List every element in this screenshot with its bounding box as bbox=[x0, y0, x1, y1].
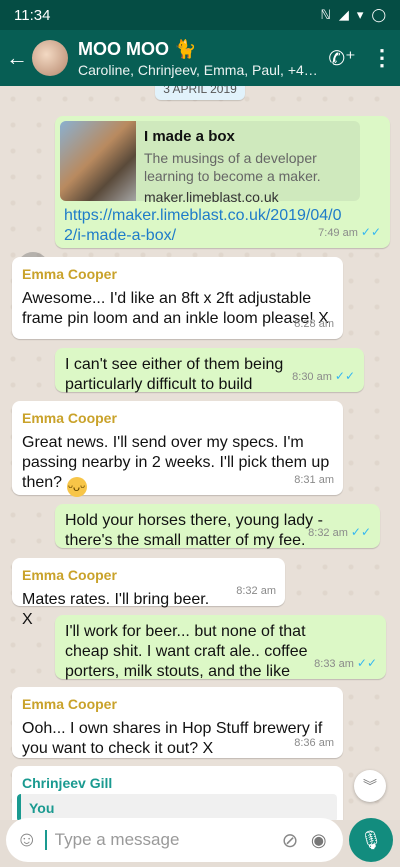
more-options-icon[interactable]: ⋮ bbox=[364, 45, 400, 71]
chat-header: ← MOO MOO 🐈 Caroline, Chrinjeev, Emma, P… bbox=[0, 30, 400, 86]
status-time: 11:34 bbox=[14, 6, 51, 24]
message-bubble[interactable]: Emma Cooper Great news. I'll send over m… bbox=[12, 401, 343, 497]
message-text: Awesome... I'd like an 8ft x 2ft adjusta… bbox=[22, 290, 329, 327]
date-chip: 3 APRIL 2019 bbox=[155, 86, 245, 100]
emoji-icon[interactable]: ☺ bbox=[16, 828, 45, 852]
message-time: 8:36 am bbox=[294, 737, 334, 749]
message-time: 8:32 am bbox=[308, 527, 348, 539]
read-receipt-icon: ✓✓ bbox=[350, 525, 371, 539]
message-text: I can't see either of them being particu… bbox=[65, 356, 284, 393]
message-time: 7:49 am bbox=[318, 227, 358, 239]
message-time: 8:32 am bbox=[236, 585, 276, 597]
sender-name: Emma Cooper bbox=[22, 696, 117, 712]
message-bubble[interactable]: Emma Cooper Mates rates. I'll bring beer… bbox=[12, 558, 285, 628]
read-receipt-icon: ✓✓ bbox=[356, 656, 377, 670]
message-bubble[interactable]: I'll work for beer... but none of that c… bbox=[55, 615, 386, 680]
nfc-icon: ℕ bbox=[320, 7, 331, 22]
link-preview-description: The musings of a developer learning to b… bbox=[144, 150, 321, 184]
add-call-icon[interactable]: ✆⁺ bbox=[320, 46, 364, 71]
group-members: Caroline, Chrinjeev, Emma, Paul, +44 78.… bbox=[78, 61, 320, 78]
camera-icon[interactable]: ◉ bbox=[304, 830, 333, 851]
signal-icon: ◢ bbox=[338, 7, 349, 22]
message-meta: 8:33 am ✓✓ bbox=[314, 653, 377, 674]
message-meta: 7:49 am ✓✓ bbox=[318, 222, 381, 243]
back-arrow-icon[interactable]: ← bbox=[2, 45, 32, 71]
message-meta: 8:30 am ✓✓ bbox=[292, 366, 355, 387]
read-receipt-icon: ✓✓ bbox=[360, 225, 381, 239]
group-info[interactable]: MOO MOO 🐈 Caroline, Chrinjeev, Emma, Pau… bbox=[78, 39, 320, 78]
wifi-icon: ▾ bbox=[356, 7, 364, 22]
message-time: 8:28 am bbox=[294, 318, 334, 330]
message-bubble[interactable]: Emma Cooper Awesome... I'd like an 8ft x… bbox=[12, 257, 343, 339]
message-link[interactable]: https://maker.limeblast.co.uk/2019/04/02… bbox=[64, 206, 354, 246]
message-time: 8:33 am bbox=[314, 658, 354, 670]
message-input-box: ☺ ⊘ ◉ bbox=[6, 818, 343, 862]
message-bubble[interactable]: Hold your horses there, young lady - the… bbox=[55, 504, 380, 549]
message-input[interactable] bbox=[44, 830, 276, 850]
link-preview-title: I made a box bbox=[144, 128, 235, 145]
microphone-icon[interactable]: 🎙 bbox=[349, 818, 393, 862]
message-list[interactable]: 3 APRIL 2019 ➦ I made a box The musings … bbox=[0, 86, 400, 820]
link-preview[interactable]: I made a box The musings of a developer … bbox=[60, 121, 360, 205]
group-avatar[interactable] bbox=[32, 40, 68, 76]
read-receipt-icon: ✓✓ bbox=[334, 369, 355, 383]
message-bubble[interactable]: I can't see either of them being particu… bbox=[55, 348, 364, 393]
message-time: 8:31 am bbox=[294, 474, 334, 486]
status-bar: 11:34 ℕ ◢ ▾ ◯ bbox=[0, 0, 400, 30]
sender-name: Emma Cooper bbox=[22, 266, 117, 282]
link-preview-domain: maker.limeblast.co.uk bbox=[144, 189, 279, 205]
message-text: Ooh... I own shares in Hop Stuff brewery… bbox=[22, 720, 323, 757]
message-meta: 8:32 am ✓✓ bbox=[308, 522, 371, 543]
sender-name: Chrinjeev Gill bbox=[22, 775, 113, 791]
scroll-down-chevron-icon[interactable]: ︾ bbox=[354, 770, 386, 802]
grinning-emoji-icon: ᵕᴗᵕ bbox=[66, 477, 87, 497]
link-preview-thumbnail bbox=[60, 121, 136, 201]
message-time: 8:30 am bbox=[292, 371, 332, 383]
battery-icon: ◯ bbox=[371, 7, 386, 22]
message-bubble[interactable]: I made a box The musings of a developer … bbox=[55, 116, 390, 248]
message-text: I'll work for beer... but none of that c… bbox=[65, 623, 308, 680]
composer: ☺ ⊘ ◉ 🎙 bbox=[0, 812, 400, 867]
attachment-icon[interactable]: ⊘ bbox=[276, 828, 305, 853]
group-name: MOO MOO 🐈 bbox=[78, 38, 197, 59]
sender-name: Emma Cooper bbox=[22, 410, 117, 426]
message-bubble[interactable]: Emma Cooper Ooh... I own shares in Hop S… bbox=[12, 687, 343, 758]
